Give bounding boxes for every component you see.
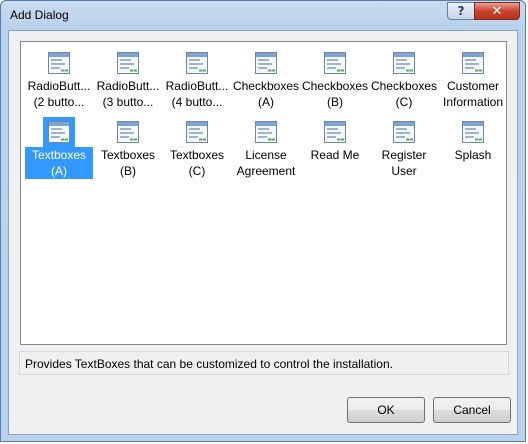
title-bar[interactable]: Add Dialog ? ✕ <box>1 1 525 29</box>
dialog-template-item[interactable]: RadioButt... (3 butto... <box>94 46 162 112</box>
dialog-template-icon <box>255 121 277 143</box>
dialog-template-icon <box>117 52 139 74</box>
dialog-template-icon <box>48 121 70 143</box>
ok-button[interactable]: OK <box>347 397 425 423</box>
dialog-template-icon <box>48 52 70 74</box>
dialog-template-list[interactable]: RadioButt... (2 butto... RadioButt... (3 … <box>20 41 507 345</box>
description-text: Provides TextBoxes that can be customize… <box>25 357 393 371</box>
dialog-template-label: RadioButt... (2 butto... <box>27 79 91 109</box>
dialog-template-icon <box>393 52 415 74</box>
dialog-template-item[interactable]: Register User <box>370 115 438 181</box>
description-box: Provides TextBoxes that can be customize… <box>19 351 509 375</box>
dialog-template-label: Register User <box>381 148 427 178</box>
dialog-template-item[interactable]: Checkboxes (C) <box>370 46 438 112</box>
dialog-template-icon <box>324 121 346 143</box>
dialog-template-label: Checkboxes (B) <box>301 79 369 109</box>
dialog-template-item[interactable]: Textboxes (C) <box>163 115 231 181</box>
dialog-template-item[interactable]: Splash <box>439 115 507 181</box>
dialog-template-icon <box>393 121 415 143</box>
dialog-template-icon <box>186 52 208 74</box>
dialog-template-item[interactable]: Textboxes (A) <box>25 115 93 181</box>
dialog-template-icon <box>186 121 208 143</box>
dialog-template-label: Read Me <box>310 148 360 162</box>
dialog-template-icon <box>117 121 139 143</box>
dialog-template-icon <box>462 121 484 143</box>
dialog-template-icon <box>255 52 277 74</box>
help-icon: ? <box>457 4 465 18</box>
dialog-template-label: Textboxes (A) <box>25 147 93 179</box>
dialog-template-label: Customer Information <box>442 79 504 109</box>
dialog-template-item[interactable]: License Agreement <box>232 115 300 181</box>
cancel-button[interactable]: Cancel <box>433 397 511 423</box>
dialog-template-item[interactable]: Read Me <box>301 115 369 181</box>
close-button[interactable]: ✕ <box>474 2 520 20</box>
dialog-template-icon <box>324 52 346 74</box>
dialog-template-label: Textboxes (B) <box>100 148 156 178</box>
dialog-template-label: RadioButt... (3 butto... <box>96 79 160 109</box>
dialog-client-area: RadioButt... (2 butto... RadioButt... (3 … <box>8 30 518 435</box>
dialog-template-label: Checkboxes (C) <box>370 79 438 109</box>
help-button[interactable]: ? <box>447 2 475 20</box>
dialog-template-item[interactable]: Checkboxes (B) <box>301 46 369 112</box>
dialog-template-label: Splash <box>454 148 492 162</box>
dialog-template-item[interactable]: RadioButt... (4 butto... <box>163 46 231 112</box>
dialog-template-label: License Agreement <box>236 148 296 178</box>
dialog-template-icon <box>462 52 484 74</box>
dialog-template-item[interactable]: Textboxes (B) <box>94 115 162 181</box>
dialog-template-label: RadioButt... (4 butto... <box>165 79 229 109</box>
add-dialog-window: Add Dialog ? ✕ RadioButt... (2 butto... R… <box>0 0 526 442</box>
window-title: Add Dialog <box>10 8 69 22</box>
dialog-template-label: Checkboxes (A) <box>232 79 300 109</box>
dialog-template-item[interactable]: RadioButt... (2 butto... <box>25 46 93 112</box>
dialog-template-item[interactable]: Checkboxes (A) <box>232 46 300 112</box>
dialog-template-item[interactable]: Customer Information <box>439 46 507 112</box>
close-icon: ✕ <box>491 3 503 19</box>
dialog-template-label: Textboxes (C) <box>169 148 225 178</box>
